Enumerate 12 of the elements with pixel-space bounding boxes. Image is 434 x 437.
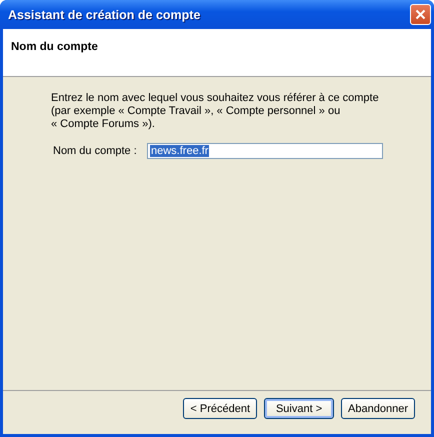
field-label: Nom du compte : [52, 145, 138, 157]
description-text: « Compte Forums »). [51, 118, 156, 131]
close-button[interactable] [410, 4, 431, 25]
wizard-button[interactable]: Suivant > [264, 398, 334, 419]
wizard-button[interactable]: Abandonner [341, 398, 415, 419]
window-title: Assistant de création de compte [7, 8, 200, 22]
description-text: Entrez le nom avec lequel vous souhaitez vous référer à ce compte [51, 92, 380, 105]
account-name-field[interactable]: news.free.fr [147, 143, 383, 159]
close-icon [415, 9, 426, 20]
wizard-button[interactable]: < Précédent [183, 398, 258, 419]
description-text: (par exemple « Compte Travail », « Compte personnel » ou [51, 105, 342, 118]
page-title: Nom du compte [11, 41, 99, 53]
